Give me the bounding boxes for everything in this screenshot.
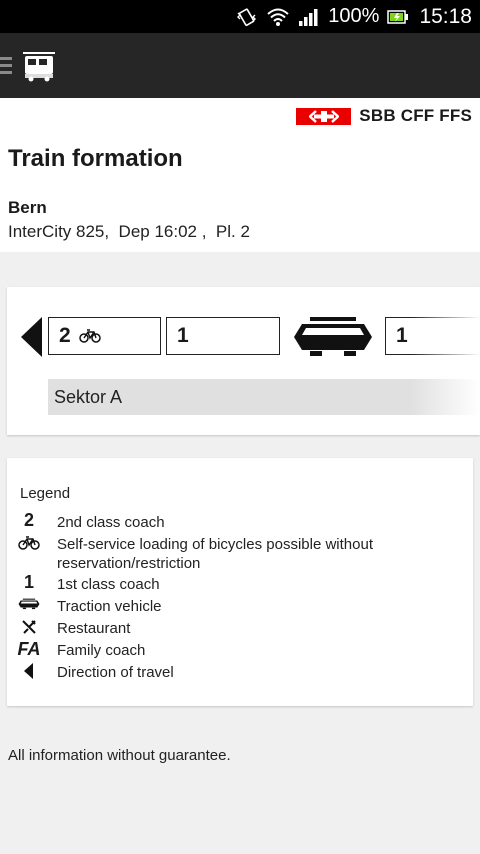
- hamburger-icon[interactable]: [0, 57, 12, 74]
- restaurant-icon: [17, 619, 41, 635]
- bicycle-icon: [17, 536, 41, 550]
- train-icon[interactable]: [22, 50, 56, 82]
- coach-class-label: 1: [177, 324, 189, 347]
- sbb-logo: SBB CFF FFS: [296, 106, 472, 126]
- station-name: Bern: [8, 198, 47, 217]
- train-info: InterCity 825, Dep 16:02 , Pl. 2: [8, 222, 250, 241]
- legend-text: Family coach: [57, 642, 146, 659]
- coach-1st-class[interactable]: 1: [166, 317, 280, 355]
- first-class-symbol: 1: [23, 572, 34, 592]
- traction-vehicle-icon[interactable]: [292, 317, 374, 361]
- direction-arrow-icon: [21, 317, 43, 361]
- signal-icon: [298, 7, 320, 27]
- legend-card: Legend 2 2nd class coach Self-service lo…: [7, 458, 473, 706]
- coach-class-label: 1: [396, 324, 408, 347]
- bicycle-icon: [78, 329, 101, 343]
- legend-text: Self-service loading of bicycles possibl…: [57, 536, 373, 572]
- legend-text: 1st class coach: [57, 576, 160, 593]
- action-bar: [0, 33, 480, 98]
- battery-icon: [387, 9, 409, 25]
- legend-text: Direction of travel: [57, 664, 174, 681]
- legend-text: Restaurant: [57, 620, 131, 637]
- brand-name: SBB CFF FFS: [359, 106, 472, 125]
- direction-arrow-icon: [17, 663, 41, 679]
- legend-text: Traction vehicle: [57, 598, 162, 615]
- legend-text: 2nd class coach: [57, 514, 165, 531]
- coach-2nd-class[interactable]: 2: [48, 317, 161, 355]
- family-coach-symbol: FA: [17, 639, 41, 659]
- status-bar: 100% 15:18: [0, 0, 480, 33]
- disclaimer: All information without guarantee.: [8, 747, 231, 764]
- sbb-flag-icon: [296, 107, 352, 125]
- formation-card[interactable]: 2 1 1 Sektor A: [7, 287, 480, 435]
- page-title: Train formation: [8, 145, 183, 172]
- traction-vehicle-icon: [17, 598, 41, 610]
- legend-title: Legend: [20, 485, 71, 502]
- second-class-symbol: 2: [23, 510, 34, 530]
- wifi-icon: [266, 7, 290, 27]
- header: SBB CFF FFS Train formation Bern InterCi…: [0, 98, 480, 252]
- clock: 15:18: [419, 4, 472, 28]
- coach-class-label: 2: [59, 324, 71, 347]
- battery-level: 100%: [328, 5, 380, 27]
- vibrate-icon: [236, 7, 258, 27]
- scroll-fade: [410, 287, 480, 435]
